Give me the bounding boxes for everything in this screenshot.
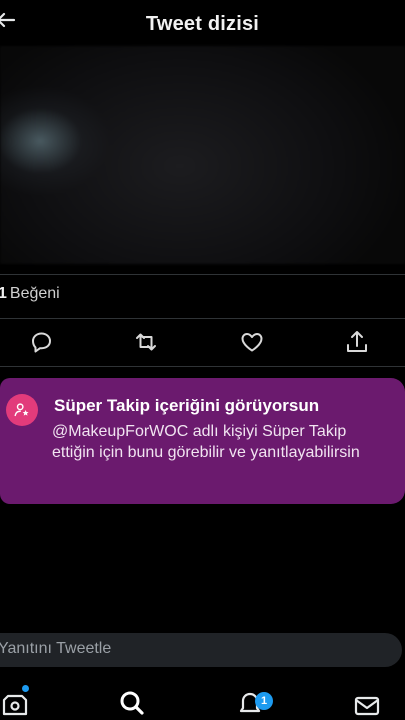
spaces-icon[interactable] <box>0 688 30 718</box>
divider <box>0 366 405 367</box>
notification-badge: 1 <box>255 692 273 710</box>
reply-placeholder: Yanıtını Tweetle <box>0 640 112 657</box>
bottom-tab-bar <box>0 680 405 720</box>
tweet-actions <box>0 328 405 368</box>
likes-stat[interactable]: 1 Beğeni <box>0 285 60 303</box>
share-icon[interactable] <box>343 328 371 356</box>
tweet-media-blurred[interactable] <box>0 46 405 264</box>
banner-title: Süper Takip içeriğini görüyorsun <box>54 396 320 415</box>
super-follow-banner: Süper Takip içeriğini görüyorsun @Makeup… <box>0 378 405 504</box>
divider <box>0 318 405 319</box>
likes-label: Beğeni <box>9 285 60 302</box>
super-follow-icon <box>6 394 38 426</box>
top-bar: Tweet dizisi <box>0 0 405 46</box>
retweet-icon[interactable] <box>132 328 160 356</box>
divider <box>0 274 405 275</box>
banner-description: @MakeupForWOC adlı kişiyi Süper Takip et… <box>52 423 360 461</box>
messages-icon[interactable] <box>352 688 382 718</box>
page-title: Tweet dizisi <box>145 13 260 35</box>
search-icon[interactable] <box>117 688 147 718</box>
likes-count: 1 <box>0 285 7 302</box>
reply-icon[interactable] <box>27 328 55 356</box>
new-activity-dot <box>22 685 29 692</box>
like-icon[interactable] <box>238 328 266 356</box>
